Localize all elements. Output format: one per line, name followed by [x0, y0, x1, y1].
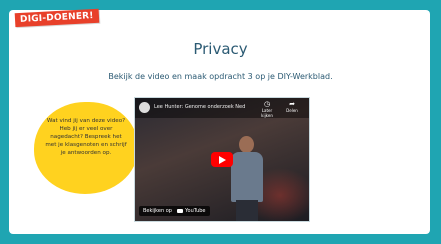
page-title: Privacy [193, 40, 248, 58]
watch-on-label: Bekijken op [143, 208, 172, 214]
watch-later-label: Later kijken [261, 108, 273, 118]
watch-later-button[interactable]: ◷ Later kijken [257, 100, 277, 118]
speaker-legs [236, 200, 258, 221]
platform-label: YouTube [185, 208, 206, 214]
video-player[interactable]: Lee Hunter: Genome onderzoek Ned ◷ Later… [134, 97, 310, 222]
youtube-icon [176, 208, 183, 213]
watch-on-youtube-button[interactable]: Bekijken op YouTube [139, 206, 210, 216]
speaker-figure [227, 136, 267, 221]
video-topbar: Lee Hunter: Genome onderzoek Ned ◷ Later… [135, 98, 309, 118]
speaker-body [231, 152, 263, 202]
video-title[interactable]: Lee Hunter: Genome onderzoek Ned [154, 104, 254, 110]
channel-avatar[interactable] [139, 102, 150, 113]
share-label: Delen [286, 108, 298, 113]
page-subtitle: Bekijk de video en maak opdracht 3 op je… [108, 72, 333, 81]
speech-bubble: Wat vind jij van deze video? Heb jij er … [34, 102, 138, 194]
speech-bubble-tail [120, 170, 126, 176]
clock-icon: ◷ [263, 100, 271, 108]
speaker-head [239, 136, 254, 153]
share-icon: ➦ [289, 100, 295, 108]
speech-bubble-text: Wat vind jij van deze video? Heb jij er … [45, 118, 127, 156]
play-button[interactable] [211, 152, 233, 167]
share-button[interactable]: ➦ Delen [282, 100, 302, 113]
